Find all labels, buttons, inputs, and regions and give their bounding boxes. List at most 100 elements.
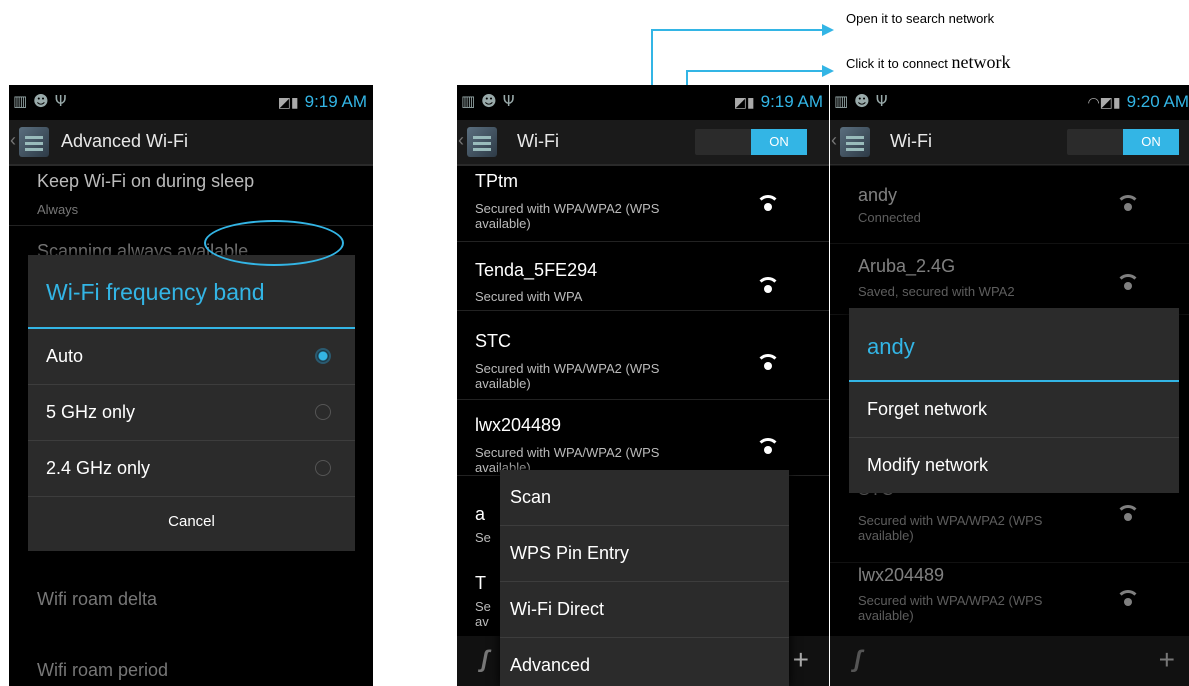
notification-icons: ▥☻Ψ (13, 92, 73, 110)
back-icon[interactable]: ‹ (458, 130, 464, 151)
option-auto[interactable]: Auto (28, 329, 355, 385)
signal-battery-icons: ◠◩▮ (1087, 95, 1121, 111)
option-label: Auto (46, 346, 84, 366)
status-right: ◩▮ 9:19 AM (734, 92, 823, 112)
status-bar: ▥☻Ψ ◠◩▮ 9:20 AM (830, 85, 1189, 119)
action-bar: ‹ Wi-Fi ON (830, 120, 1189, 166)
screen-advanced-wifi: ▥☻Ψ ◩▮ 9:19 AM ‹ Advanced Wi-Fi Keep Wi-F… (9, 85, 373, 686)
menu-label: Advanced (510, 655, 591, 675)
action-bar: ‹ Advanced Wi-Fi (9, 120, 373, 166)
signal-battery-icons: ◩▮ (277, 95, 299, 111)
menu-label: WPS Pin Entry (510, 543, 630, 563)
network-status: Se av (475, 599, 491, 629)
arrow-search-head (822, 24, 834, 36)
toggle-on-label: ON (1123, 129, 1179, 155)
wifi-signal-icon (755, 277, 781, 295)
network-row[interactable]: STC Secured with WPA/WPA2 (WPS available… (457, 311, 829, 400)
annotation-connect-prefix: Click it to connect (846, 56, 952, 71)
status-right: ◩▮ 9:19 AM (278, 92, 367, 112)
arrow-connect-h (686, 70, 823, 72)
setting-roam-delta[interactable]: Wifi roam delta (9, 575, 373, 631)
screen-network-options: ▥☻Ψ ◠◩▮9:20 AM ‹ Wi-Fi ON andy Connected… (830, 85, 1189, 686)
bottom-bar: ʃ + (830, 636, 1189, 686)
setting-title: Wifi roam delta (37, 589, 158, 609)
item-label: Modify network (867, 455, 989, 475)
setting-value: Always (37, 202, 79, 217)
menu-item-wps-pin[interactable]: WPS Pin Entry (500, 526, 789, 582)
wps-icon[interactable]: ʃ (854, 646, 862, 674)
status-bar: ▥☻Ψ ◩▮ 9:19 AM (457, 85, 829, 119)
network-ssid: Tenda_5FE294 (475, 260, 598, 280)
back-icon[interactable]: ‹ (831, 130, 837, 151)
add-network-icon[interactable]: + (793, 644, 809, 676)
back-icon[interactable]: ‹ (10, 130, 16, 151)
option-label: 2.4 GHz only (46, 458, 151, 478)
annotation-connect: Click it to connect network (846, 52, 1010, 73)
modify-network-item[interactable]: Modify network (849, 438, 1179, 493)
page-title: Advanced Wi-Fi (61, 131, 189, 151)
frequency-band-dialog: Wi-Fi frequency band Auto 5 GHz only 2.4… (28, 255, 355, 551)
wifi-signal-icon (755, 354, 781, 372)
option-label: 5 GHz only (46, 402, 136, 422)
setting-keep-wifi[interactable]: Keep Wi-Fi on during sleep Always (9, 165, 373, 226)
network-ssid: STC (475, 331, 511, 351)
notification-icons: ▥☻Ψ (834, 92, 894, 110)
dialog-title: andy (867, 334, 915, 359)
page-title: Wi-Fi (890, 131, 932, 151)
option-5ghz[interactable]: 5 GHz only (28, 385, 355, 441)
wifi-toggle[interactable]: ON (1067, 129, 1179, 155)
annotation-search: Open it to search network (846, 11, 995, 26)
network-status: Secured with WPA (475, 289, 583, 304)
page-title: Wi-Fi (517, 131, 559, 151)
network-row[interactable]: lwx204489 Secured with WPA/WPA2 (WPS ava… (457, 400, 829, 476)
menu-item-advanced[interactable]: Advanced (500, 638, 789, 686)
dialog-title: Wi-Fi frequency band (46, 279, 265, 305)
network-row[interactable]: TPtm Secured with WPA/WPA2 (WPS availabl… (457, 165, 829, 242)
annotation-connect-word: network (951, 52, 1011, 72)
status-time: 9:19 AM (304, 92, 367, 111)
status-right: ◠◩▮ 9:20 AM (1087, 92, 1189, 112)
status-time: 9:20 AM (1126, 92, 1189, 111)
arrow-connect-head (822, 65, 834, 77)
notification-icons: ▥☻Ψ (461, 92, 521, 110)
menu-label: Wi-Fi Direct (510, 599, 604, 619)
wifi-signal-icon (755, 195, 781, 213)
network-ssid: lwx204489 (475, 415, 562, 435)
setting-title: Keep Wi-Fi on during sleep (37, 171, 255, 191)
status-time: 9:19 AM (760, 92, 823, 111)
network-status: Secured with WPA/WPA2 (WPS available) (475, 201, 660, 231)
wifi-toggle[interactable]: ON (695, 129, 807, 155)
signal-battery-icons: ◩▮ (733, 95, 755, 111)
action-bar: ‹ Wi-Fi ON (457, 120, 829, 166)
network-row[interactable]: Tenda_5FE294 Secured with WPA (457, 242, 829, 311)
network-options-dialog: andy Forget network Modify network (849, 308, 1179, 493)
settings-app-icon[interactable] (467, 127, 497, 157)
setting-roam-period[interactable]: Wifi roam period (9, 645, 373, 686)
network-ssid: T (475, 573, 486, 593)
settings-app-icon[interactable] (19, 127, 49, 157)
highlight-ellipse (204, 220, 344, 266)
add-network-icon[interactable]: + (1159, 644, 1175, 676)
forget-network-item[interactable]: Forget network (849, 382, 1179, 438)
overflow-menu: Scan WPS Pin Entry Wi-Fi Direct Advanced (500, 470, 789, 686)
menu-item-scan[interactable]: Scan (500, 470, 789, 526)
screen-wifi-menu: ▥☻Ψ ◩▮ 9:19 AM ‹ Wi-Fi ON TPtm Secured wi… (457, 85, 829, 686)
radio-selected-icon[interactable] (315, 348, 331, 364)
setting-title: Wifi roam period (37, 660, 169, 680)
wps-icon[interactable]: ʃ (481, 646, 489, 674)
toggle-on-label: ON (751, 129, 807, 155)
radio-unselected-icon[interactable] (315, 404, 331, 420)
option-24ghz[interactable]: 2.4 GHz only (28, 441, 355, 497)
menu-item-wifi-direct[interactable]: Wi-Fi Direct (500, 582, 789, 638)
wifi-signal-icon (755, 438, 781, 456)
network-ssid: TPtm (475, 171, 518, 191)
network-ssid: a (475, 504, 486, 524)
status-bar: ▥☻Ψ ◩▮ 9:19 AM (9, 85, 373, 119)
radio-unselected-icon[interactable] (315, 460, 331, 476)
cancel-button[interactable]: Cancel (28, 513, 355, 530)
menu-label: Scan (510, 487, 552, 507)
settings-app-icon[interactable] (840, 127, 870, 157)
network-status: Secured with WPA/WPA2 (WPS available) (475, 361, 660, 391)
arrow-search-h (651, 29, 823, 31)
item-label: Forget network (867, 399, 988, 419)
